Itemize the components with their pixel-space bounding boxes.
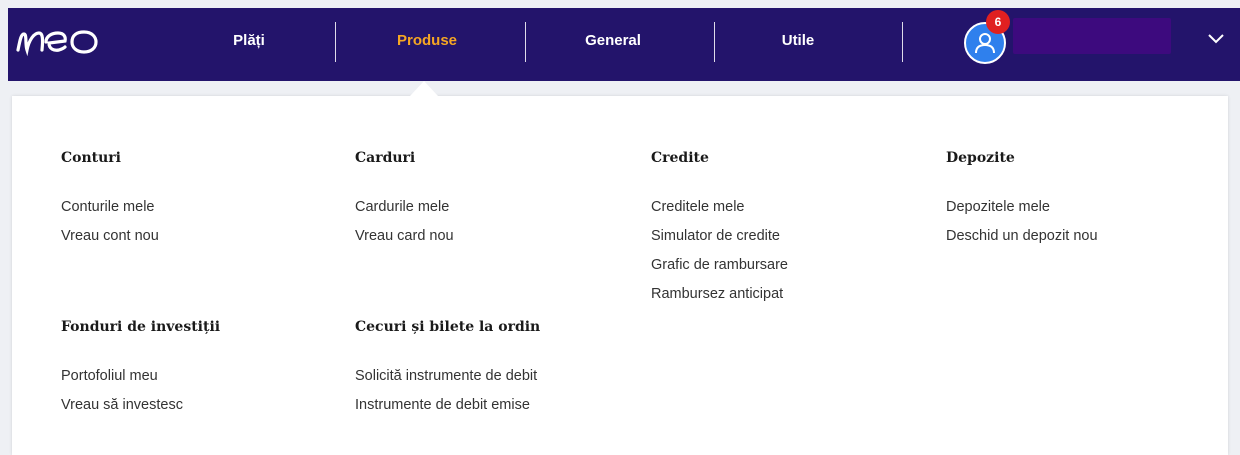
nav-divider xyxy=(525,22,526,62)
menu-link-cardurile-mele[interactable]: Cardurile mele xyxy=(355,193,454,222)
menu-section-fonduri: Fonduri de investiții Portofoliul meu Vr… xyxy=(61,317,220,420)
nav-item-produse[interactable]: Produse xyxy=(372,8,482,74)
section-title: Depozite xyxy=(946,150,1015,166)
menu-link-grafic-de-rambursare[interactable]: Grafic de rambursare xyxy=(651,251,788,280)
section-title: Carduri xyxy=(355,150,416,166)
menu-section-carduri: Carduri Cardurile mele Vreau card nou xyxy=(355,148,454,251)
menu-link-creditele-mele[interactable]: Creditele mele xyxy=(651,193,788,222)
menu-link-conturile-mele[interactable]: Conturile mele xyxy=(61,193,159,222)
nav-item-plati[interactable]: Plăți xyxy=(194,8,304,74)
nav-divider xyxy=(714,22,715,62)
menu-section-credite: Credite Creditele mele Simulator de cred… xyxy=(651,148,788,309)
menu-link-instrumente-emise[interactable]: Instrumente de debit emise xyxy=(355,391,540,420)
menu-link-rambursez-anticipat[interactable]: Rambursez anticipat xyxy=(651,280,788,309)
products-mega-menu: Conturi Conturile mele Vreau cont nou Ca… xyxy=(12,96,1228,455)
section-title: Credite xyxy=(651,150,709,166)
section-title: Fonduri de investiții xyxy=(61,319,221,335)
account-menu-toggle[interactable] xyxy=(1204,28,1228,48)
menu-section-cecuri: Cecuri și bilete la ordin Solicită instr… xyxy=(355,317,540,420)
neo-logo[interactable] xyxy=(12,22,112,58)
menu-link-vreau-sa-investesc[interactable]: Vreau să investesc xyxy=(61,391,220,420)
menu-link-simulator-de-credite[interactable]: Simulator de credite xyxy=(651,222,788,251)
notification-badge[interactable]: 6 xyxy=(986,10,1010,34)
user-icon xyxy=(975,33,995,54)
menu-link-vreau-cont-nou[interactable]: Vreau cont nou xyxy=(61,222,159,251)
menu-pointer xyxy=(410,81,438,96)
menu-link-vreau-card-nou[interactable]: Vreau card nou xyxy=(355,222,454,251)
nav-divider xyxy=(335,22,336,62)
menu-section-depozite: Depozite Depozitele mele Deschid un depo… xyxy=(946,148,1098,251)
neo-logo-icon xyxy=(16,30,98,57)
nav-item-utile[interactable]: Utile xyxy=(743,8,853,74)
nav-divider xyxy=(902,22,903,62)
menu-link-solicita-instrumente[interactable]: Solicită instrumente de debit xyxy=(355,362,540,391)
top-navigation-bar: Plăți Produse General Utile 6 xyxy=(8,8,1240,81)
nav-item-general[interactable]: General xyxy=(558,8,668,74)
chevron-down-icon xyxy=(1208,34,1224,44)
menu-link-portofoliul-meu[interactable]: Portofoliul meu xyxy=(61,362,220,391)
menu-link-deschid-depozit-nou[interactable]: Deschid un depozit nou xyxy=(946,222,1098,251)
user-name-redacted xyxy=(1013,18,1171,54)
menu-link-depozitele-mele[interactable]: Depozitele mele xyxy=(946,193,1098,222)
section-title: Cecuri și bilete la ordin xyxy=(355,319,541,335)
menu-section-conturi: Conturi Conturile mele Vreau cont nou xyxy=(61,148,159,251)
section-title: Conturi xyxy=(61,150,121,166)
